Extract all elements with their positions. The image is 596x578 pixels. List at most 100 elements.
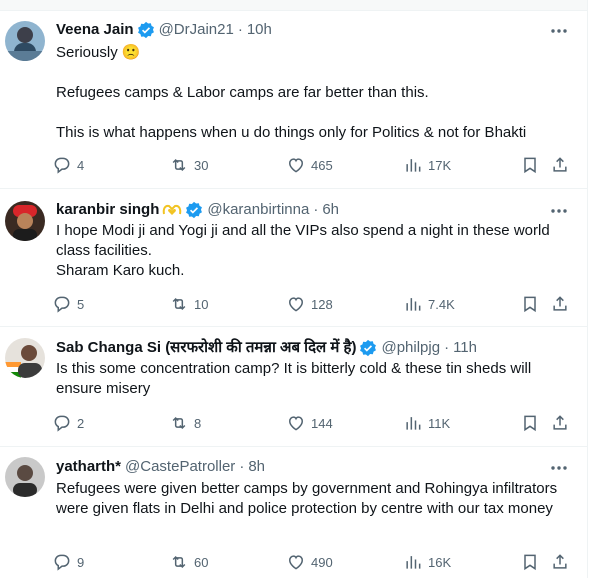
views-icon xyxy=(406,159,421,172)
verified-badge-icon xyxy=(360,339,377,357)
verified-badge-icon xyxy=(186,201,203,219)
timestamp[interactable]: 8h xyxy=(248,457,265,477)
share-button[interactable] xyxy=(550,154,570,176)
verified-badge-icon xyxy=(137,21,154,39)
avatar[interactable] xyxy=(5,338,45,378)
avatar[interactable] xyxy=(5,201,45,241)
user-handle[interactable]: @CastePatroller xyxy=(125,457,235,477)
views-button[interactable]: 16K xyxy=(403,551,451,573)
views-button[interactable]: 11K xyxy=(403,412,450,434)
reply-icon xyxy=(54,296,70,313)
like-button[interactable]: 490 xyxy=(286,551,333,573)
repost-count: 8 xyxy=(194,415,202,431)
bookmark-button[interactable] xyxy=(520,412,540,434)
share-icon xyxy=(553,554,567,569)
display-name[interactable]: yatharth* xyxy=(56,457,121,477)
separator-dot: · xyxy=(239,458,245,475)
like-count: 144 xyxy=(311,415,333,431)
display-name[interactable]: karanbir singh xyxy=(56,200,159,220)
view-count: 7.4K xyxy=(428,296,455,312)
like-icon xyxy=(288,297,304,312)
repost-icon xyxy=(172,555,186,569)
reply-icon xyxy=(54,554,70,571)
reply-icon xyxy=(54,157,70,174)
tweet-card[interactable]: karanbir singh @karanbirtinna · 6h I hop… xyxy=(0,189,587,327)
display-name[interactable]: Sab Changa Si (सरफरोशी की तमन्ना अब दिल … xyxy=(56,338,356,358)
more-icon[interactable] xyxy=(547,201,571,221)
repost-count: 30 xyxy=(194,157,209,173)
action-bar: 5 10 128 7.4K xyxy=(52,293,572,315)
views-icon xyxy=(406,556,421,569)
top-divider xyxy=(0,0,587,11)
share-icon xyxy=(553,157,567,172)
bookmark-button[interactable] xyxy=(520,293,540,315)
reply-button[interactable]: 5 xyxy=(52,293,84,315)
like-count: 490 xyxy=(311,554,333,570)
reply-count: 2 xyxy=(77,415,85,431)
reply-count: 4 xyxy=(77,157,85,173)
like-button[interactable]: 144 xyxy=(286,412,333,434)
tweet-header: Sab Changa Si (सरफरोशी की तमन्ना अब दिल … xyxy=(56,338,477,358)
reply-icon xyxy=(54,415,70,432)
share-button[interactable] xyxy=(550,293,570,315)
like-button[interactable]: 465 xyxy=(286,154,333,176)
views-icon xyxy=(406,417,421,430)
reply-feed: Veena Jain @DrJain21 · 10h Seriously 🙁 R… xyxy=(0,0,588,578)
like-count: 465 xyxy=(311,157,333,173)
repost-button[interactable]: 10 xyxy=(169,293,208,315)
tweet-text: Seriously 🙁 Refugees camps & Labor camps… xyxy=(56,44,527,141)
more-icon[interactable] xyxy=(547,21,571,41)
repost-button[interactable]: 30 xyxy=(169,154,208,176)
avatar[interactable] xyxy=(5,457,45,497)
bookmark-button[interactable] xyxy=(520,551,540,573)
tweet-header: yatharth* @CastePatroller · 8h xyxy=(56,457,265,477)
tweet-header: Veena Jain @DrJain21 · 10h xyxy=(56,20,272,40)
bookmark-icon xyxy=(524,415,536,432)
tweet-card[interactable]: yatharth* @CastePatroller · 8h Refugees … xyxy=(0,447,587,578)
action-bar: 9 60 490 16K xyxy=(52,551,572,573)
reply-count: 5 xyxy=(77,296,85,312)
share-button[interactable] xyxy=(550,551,570,573)
bookmark-icon xyxy=(524,296,536,313)
repost-icon xyxy=(172,416,186,430)
reply-count: 9 xyxy=(77,554,85,570)
tweet-text: I hope Modi ji and Yogi ji and all the V… xyxy=(56,222,550,279)
view-count: 11K xyxy=(428,415,451,431)
views-icon xyxy=(406,298,421,311)
reply-button[interactable]: 4 xyxy=(52,154,84,176)
user-handle[interactable]: @DrJain21 xyxy=(159,20,234,40)
timestamp[interactable]: 11h xyxy=(453,338,477,358)
repost-button[interactable]: 8 xyxy=(169,412,201,434)
bookmark-button[interactable] xyxy=(520,154,540,176)
user-handle[interactable]: @karanbirtinna xyxy=(207,200,309,220)
like-icon xyxy=(288,416,304,431)
tweet-header: karanbir singh @karanbirtinna · 6h xyxy=(56,200,339,220)
share-icon xyxy=(553,415,567,430)
tweet-card[interactable]: Sab Changa Si (सरफरोशी की तमन्ना अब दिल … xyxy=(0,327,587,447)
bookmark-icon xyxy=(524,157,536,174)
action-bar: 4 30 465 17K xyxy=(52,154,572,176)
share-icon xyxy=(553,296,567,311)
user-handle[interactable]: @philpjg xyxy=(381,338,440,358)
more-icon[interactable] xyxy=(547,458,571,478)
view-count: 16K xyxy=(428,554,452,570)
view-count: 17K xyxy=(428,157,452,173)
reply-button[interactable]: 2 xyxy=(52,412,84,434)
bookmark-icon xyxy=(524,554,536,571)
timestamp[interactable]: 6h xyxy=(322,200,339,220)
display-name[interactable]: Veena Jain xyxy=(56,20,134,40)
tweet-card[interactable]: Veena Jain @DrJain21 · 10h Seriously 🙁 R… xyxy=(0,11,587,189)
yellow-heart-hands-icon xyxy=(163,204,182,215)
like-count: 128 xyxy=(311,296,333,312)
action-bar: 2 8 144 11K xyxy=(52,412,572,434)
views-button[interactable]: 17K xyxy=(403,154,451,176)
avatar[interactable] xyxy=(5,21,45,61)
like-button[interactable]: 128 xyxy=(286,293,333,315)
share-button[interactable] xyxy=(550,412,570,434)
reply-button[interactable]: 9 xyxy=(52,551,84,573)
views-button[interactable]: 7.4K xyxy=(403,293,455,315)
separator-dot: · xyxy=(313,201,319,218)
repost-icon xyxy=(172,158,186,172)
timestamp[interactable]: 10h xyxy=(247,20,272,40)
repost-button[interactable]: 60 xyxy=(169,551,208,573)
